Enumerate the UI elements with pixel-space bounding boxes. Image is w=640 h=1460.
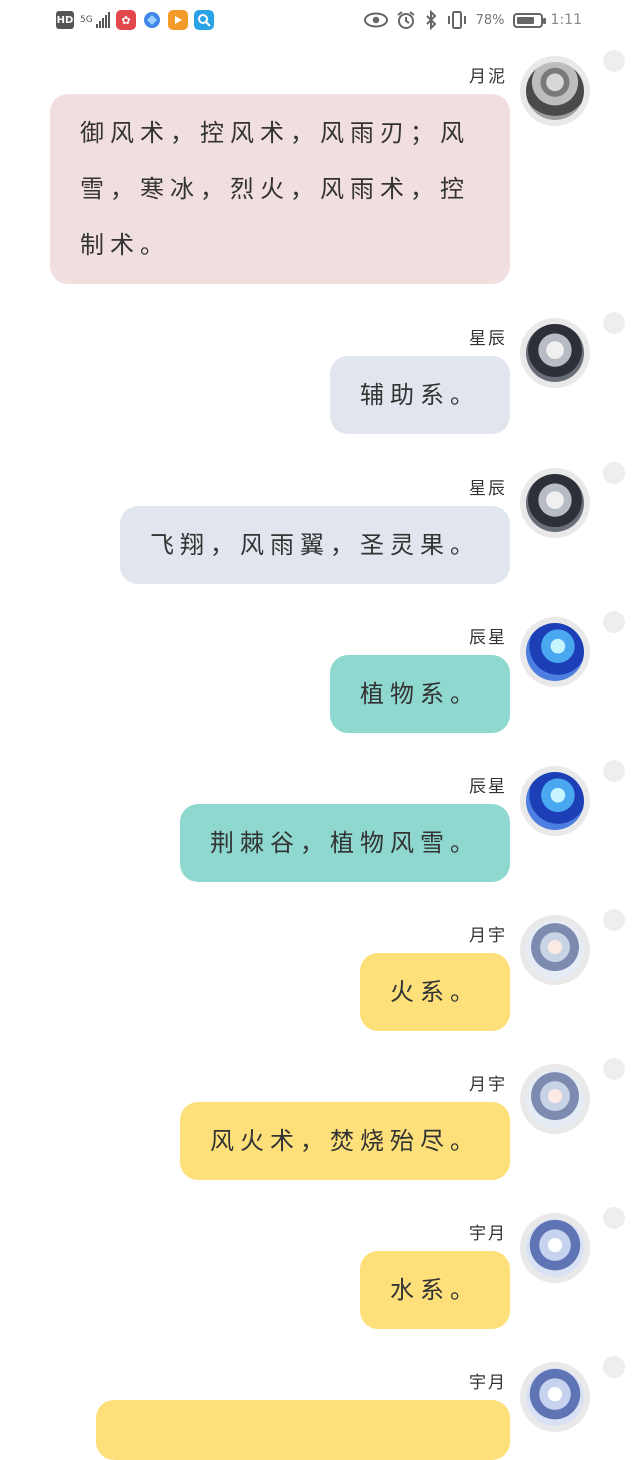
kuaishou-icon: ✿ — [116, 10, 136, 30]
message-select-dot[interactable] — [603, 909, 625, 931]
bluetooth-icon — [425, 10, 437, 30]
avatar-xingchen[interactable] — [520, 318, 590, 388]
battery-icon — [512, 12, 546, 28]
avatar-yueyu[interactable] — [520, 915, 590, 985]
sender-name: 月宇 — [469, 1075, 507, 1095]
message-bubble[interactable] — [96, 1400, 510, 1460]
search-app-icon — [194, 10, 214, 30]
message-select-dot[interactable] — [603, 1207, 625, 1229]
message-bubble[interactable]: 火系。 — [360, 953, 510, 1031]
message-bubble[interactable]: 飞翔，风雨翼，圣灵果。 — [120, 506, 510, 584]
network-type-label: 5G — [80, 14, 93, 25]
message-bubble[interactable]: 荆棘谷，植物风雪。 — [180, 804, 510, 882]
sender-name: 辰星 — [469, 628, 507, 648]
signal-icon — [96, 12, 110, 28]
avatar-chenxing[interactable] — [520, 617, 590, 687]
alarm-icon — [397, 11, 415, 29]
message-select-dot[interactable] — [603, 611, 625, 633]
clock-time: 1:11 — [550, 12, 582, 28]
message-select-dot[interactable] — [603, 462, 625, 484]
avatar-yueyu[interactable] — [520, 1064, 590, 1134]
status-bar-right: 78% 1:11 — [363, 10, 582, 30]
message-select-dot[interactable] — [603, 312, 625, 334]
message-bubble[interactable]: 植物系。 — [330, 655, 510, 733]
vibrate-icon — [447, 11, 466, 29]
message-select-dot[interactable] — [603, 1356, 625, 1378]
video-icon — [168, 10, 188, 30]
message-bubble[interactable]: 水系。 — [360, 1251, 510, 1329]
avatar-yuyue[interactable] — [520, 1213, 590, 1283]
message-select-dot[interactable] — [603, 760, 625, 782]
message-bubble[interactable]: 风火术，焚烧殆尽。 — [180, 1102, 510, 1180]
avatar-chenxing[interactable] — [520, 766, 590, 836]
eye-icon — [363, 12, 388, 28]
sender-name: 宇月 — [469, 1224, 507, 1244]
sender-name: 星辰 — [469, 479, 507, 499]
message-select-dot[interactable] — [603, 1058, 625, 1080]
avatar-yueni[interactable] — [520, 56, 590, 126]
avatar-xingchen[interactable] — [520, 468, 590, 538]
message-bubble[interactable]: 御风术，控风术，风雨刃；风雪，寒冰，烈火，风雨术，控制术。 — [50, 94, 510, 284]
battery-percentage: 78% — [475, 12, 505, 28]
sender-name: 月宇 — [469, 926, 507, 946]
status-bar-left: HD 5G ✿ — [56, 10, 214, 30]
browser-icon — [142, 10, 162, 30]
message-bubble[interactable]: 辅助系。 — [330, 356, 510, 434]
message-select-dot[interactable] — [603, 50, 625, 72]
status-bar: HD 5G ✿ 78% 1:11 — [0, 0, 640, 44]
sender-name: 月泥 — [469, 67, 507, 87]
sender-name: 宇月 — [469, 1373, 507, 1393]
sender-name: 星辰 — [469, 329, 507, 349]
hd-icon: HD — [56, 11, 74, 29]
sender-name: 辰星 — [469, 777, 507, 797]
